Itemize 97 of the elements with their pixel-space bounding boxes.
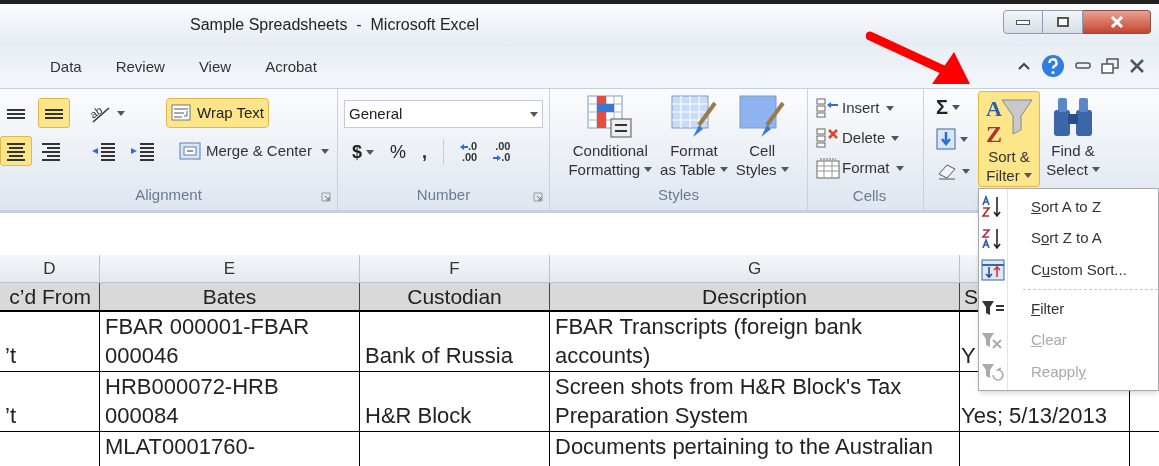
- caret-icon: [719, 167, 728, 172]
- caret-icon: [885, 105, 894, 111]
- table-cell-text: FBAR Transcripts (foreign bank accounts): [555, 313, 863, 370]
- minimize-icon[interactable]: [1075, 62, 1091, 70]
- table-cell-text: Documents pertaining to the Australian: [555, 433, 934, 461]
- decrease-decimal-button[interactable]: .00 .0: [493, 141, 511, 163]
- table-cell-text: FBAR 000001-FBAR 000046: [105, 313, 311, 370]
- window-title: Sample Spreadsheets - Microsoft Excel: [190, 15, 479, 35]
- maximize-icon: [1056, 17, 1069, 27]
- reapply-filter-icon: [981, 361, 1005, 384]
- maximize-button[interactable]: [1043, 10, 1083, 34]
- caret-icon: [780, 167, 789, 172]
- wrap-text-icon: [171, 104, 193, 122]
- header-cell: Bates: [100, 283, 360, 310]
- minimize-button[interactable]: [1003, 10, 1043, 34]
- alignment-button[interactable]: ab: [84, 98, 130, 128]
- eraser-icon: [936, 162, 958, 180]
- insert-cells-icon: [816, 98, 840, 118]
- group-label: Alignment: [135, 184, 202, 205]
- align-icon: [40, 140, 62, 162]
- autosum-button[interactable]: Σ: [936, 91, 976, 123]
- table-cell-text: ’t: [5, 402, 17, 430]
- dialog-launcher-icon[interactable]: [321, 192, 331, 202]
- table-cell-text: Y: [961, 342, 977, 370]
- menu-item[interactable]: Custom Sort...: [979, 254, 1158, 286]
- close-icon: [1109, 16, 1124, 28]
- caret-icon: [1023, 173, 1032, 178]
- table-cell-text: ’t: [5, 342, 17, 370]
- increase-decimal-button[interactable]: .0 .00: [460, 141, 478, 163]
- close-icon[interactable]: [1129, 59, 1145, 73]
- sort-filter-button[interactable]: A Z Sort & Filter: [978, 91, 1040, 187]
- currency-button[interactable]: $: [352, 138, 374, 166]
- indent-icon: [130, 140, 156, 162]
- caret-icon: [366, 149, 374, 155]
- caret-icon: [1091, 167, 1100, 172]
- comma-button[interactable]: ,: [422, 138, 428, 166]
- align-icon: [5, 140, 27, 162]
- outdent-icon: [91, 140, 117, 162]
- align-icon: [5, 106, 27, 120]
- minimize-icon: [1016, 19, 1030, 25]
- percent-button[interactable]: %: [390, 138, 407, 166]
- table-brush-icon: [670, 95, 717, 139]
- align-icon: [43, 106, 65, 120]
- arrow-right-icon: [493, 154, 502, 161]
- table-bars-icon: [587, 95, 634, 139]
- number-format-dropdown[interactable]: General: [344, 100, 543, 128]
- close-button[interactable]: [1083, 10, 1151, 34]
- style-button[interactable]: Cell Styles: [733, 95, 791, 181]
- style-button[interactable]: Conditional Formatting: [566, 95, 655, 181]
- menu-item[interactable]: Sort Z to A: [979, 222, 1158, 255]
- caret-icon: [891, 135, 900, 141]
- header-cell: c’d From: [0, 283, 100, 310]
- caret-icon: [895, 165, 904, 171]
- group-label: Number: [416, 184, 471, 205]
- caret-icon: [960, 136, 968, 142]
- table-cell-text: H&R Block: [365, 402, 473, 430]
- delete-cells-icon: [816, 128, 840, 148]
- wrap-text-button[interactable]: Wrap Text: [166, 98, 269, 128]
- group-label: Styles: [658, 185, 699, 206]
- fill-down-icon: [936, 128, 956, 150]
- cells-button[interactable]: Insert: [816, 93, 923, 123]
- cells-button[interactable]: Format: [816, 153, 923, 183]
- merge-cells-icon: [179, 142, 201, 160]
- alignment-button[interactable]: [0, 136, 32, 166]
- restore-icon[interactable]: [1101, 58, 1119, 74]
- caret-icon: [117, 110, 125, 116]
- ribbon-tab[interactable]: Review: [101, 51, 179, 83]
- cells-button[interactable]: Delete: [816, 123, 923, 153]
- help-icon[interactable]: [1041, 54, 1065, 78]
- merge-center-button[interactable]: Merge & Center: [176, 136, 332, 166]
- dialog-launcher-icon[interactable]: [533, 192, 543, 202]
- arrow-left-icon: [460, 143, 469, 150]
- find-select-button[interactable]: Find & Select: [1042, 91, 1104, 187]
- header-cell: Description: [550, 283, 960, 310]
- ribbon-tab[interactable]: Data: [36, 51, 96, 83]
- menu-item[interactable]: Sort A to Z: [979, 191, 1158, 223]
- caret-icon: [320, 148, 329, 154]
- caret-icon: [952, 104, 960, 110]
- number-format-value: General: [349, 103, 403, 124]
- ribbon-tab[interactable]: View: [184, 51, 246, 83]
- table-cell-text: Yes; 5/13/2013: [961, 402, 1108, 430]
- custom-sort-icon: [981, 259, 1005, 282]
- group-label: Cells: [852, 186, 887, 207]
- caret-icon: [962, 168, 970, 174]
- table-cell-text: MLAT0001760-: [105, 433, 256, 461]
- header-cell: Custodian: [360, 283, 550, 310]
- table-cell-text: HRB000072-HRB 000084: [105, 373, 280, 430]
- cell-brush-icon: [739, 95, 786, 139]
- collapse-ribbon-icon[interactable]: [1017, 61, 1031, 71]
- ribbon-tab[interactable]: Acrobat: [251, 51, 331, 83]
- alignment-button[interactable]: [38, 98, 70, 128]
- caret-icon: [530, 111, 538, 117]
- table-cell-text: Bank of Russia: [365, 342, 514, 370]
- caret-icon: [644, 167, 653, 172]
- style-button[interactable]: Format as Table: [658, 95, 730, 181]
- table-cell-text: Screen shots from H&R Block's Tax Preparation System: [555, 373, 903, 430]
- format-cells-icon: [816, 157, 840, 179]
